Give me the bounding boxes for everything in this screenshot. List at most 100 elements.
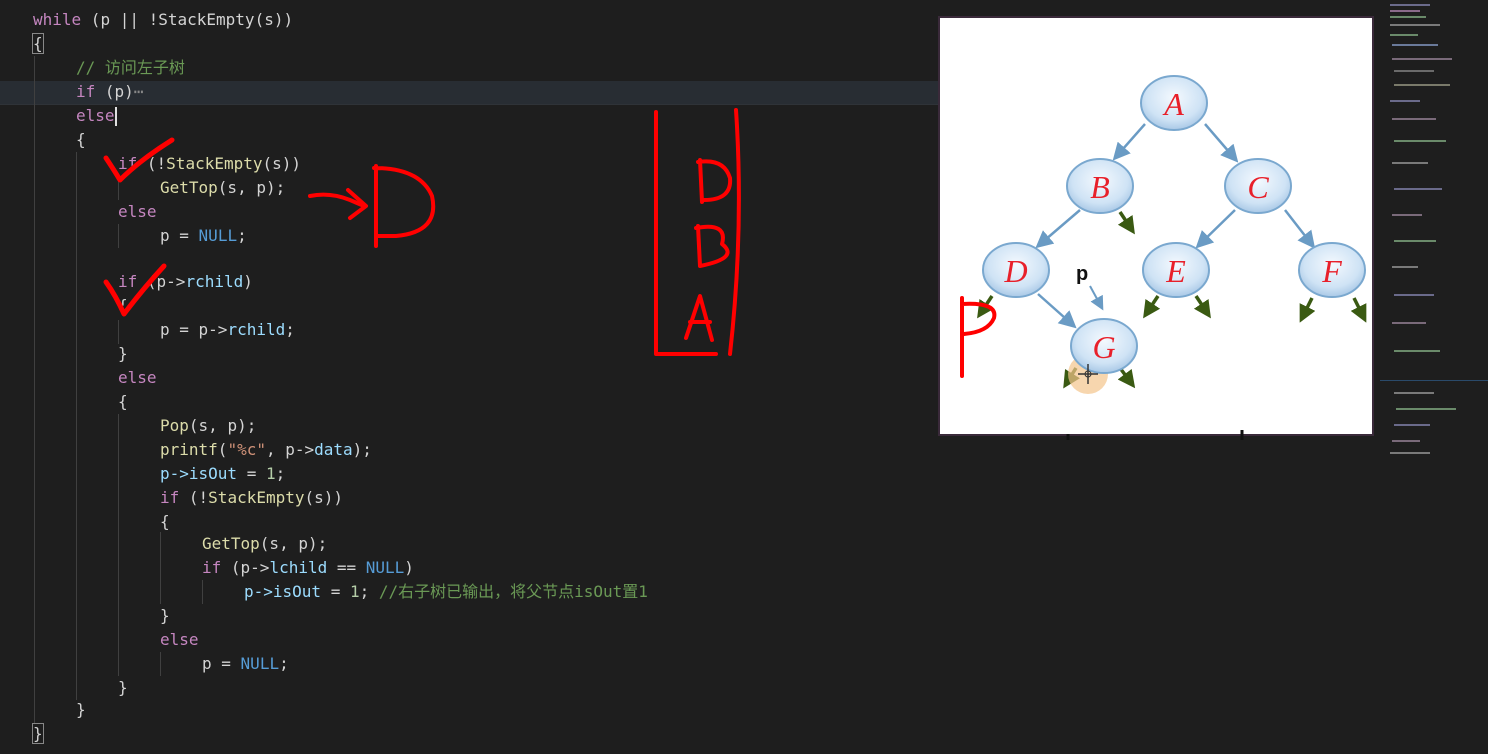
number-literal: 1 [265,464,276,483]
member: p->isOut [160,464,238,483]
minimap-line [1394,392,1434,394]
keyword: if [160,488,180,507]
code-line-29[interactable]: } [76,698,86,722]
code-line-4[interactable]: if (p)⋯ [76,80,143,104]
code-text: { [160,512,170,531]
keyword: while [33,10,82,29]
keyword: if [76,82,96,101]
code-line-28[interactable]: } [118,676,128,700]
code-text: = [211,654,241,673]
number-literal: 1 [349,582,360,601]
code-text: ) [243,272,253,291]
pointer-label: p [1076,263,1088,285]
code-text: = [321,582,350,601]
code-text: ; [285,320,295,339]
function-name: StackEmpty [166,154,263,173]
code-line-18[interactable]: printf("%c", p->data); [160,438,372,462]
null-child-arrow [1117,366,1136,389]
code-line-30[interactable]: } [32,722,44,746]
minimap-line [1392,266,1418,268]
code-line-16[interactable]: { [118,390,128,414]
code-text: (! [137,154,167,173]
minimap-line [1392,44,1438,46]
tree-node-f: F [1298,242,1366,298]
code-text: } [118,678,128,697]
constant: NULL [240,654,280,673]
minimap-viewport-marker [1380,380,1488,381]
code-line-15[interactable]: else [118,366,157,390]
code-text: { [118,392,128,411]
string-literal: "%c" [227,440,266,459]
code-line-20[interactable]: if (!StackEmpty(s)) [160,486,343,510]
code-line-10[interactable]: p = NULL; [160,224,247,248]
keyword: if [118,154,138,173]
code-line-26[interactable]: else [160,628,199,652]
code-line-27[interactable]: p = NULL; [202,652,289,676]
binary-tree-diagram: A B C D E F G p [977,75,1367,394]
keyword: else [118,368,157,387]
function-name: GetTop [160,178,218,197]
code-line-7[interactable]: if (!StackEmpty(s)) [118,152,301,176]
code-text: { [118,296,128,315]
code-line-6[interactable]: { [76,128,86,152]
tree-node-label: F [1321,253,1342,289]
matched-brace: } [32,723,44,744]
code-text: p [160,226,170,245]
member: rchild [227,320,286,339]
code-line-19[interactable]: p->isOut = 1; [160,462,285,486]
code-line-9[interactable]: else [118,200,157,224]
minimap-line [1392,214,1422,216]
code-line-1[interactable]: while (p || !StackEmpty(s)) [33,8,293,32]
code-line-25[interactable]: } [160,604,170,628]
minimap-line [1392,162,1428,164]
minimap-line [1394,70,1434,72]
indent-guide [118,320,119,344]
tree-node-label: D [1003,253,1027,289]
code-text: = [169,226,199,245]
code-line-14[interactable]: } [118,342,128,366]
code-line-22[interactable]: GetTop(s, p); [202,532,327,556]
indent-guide [160,652,161,676]
minimap[interactable] [1380,0,1488,754]
code-line-23[interactable]: if (p->lchild == NULL) [202,556,414,580]
matched-brace: { [32,33,44,54]
current-line-border [0,104,940,105]
minimap-line [1392,322,1426,324]
code-text: , p-> [265,440,315,459]
member: data [314,440,353,459]
code-text: (s, p); [259,534,328,553]
tree-edge [1284,209,1316,249]
code-line-21[interactable]: { [160,510,170,534]
minimap-line [1390,4,1430,6]
code-text: = [237,464,266,483]
binary-tree-image: A B C D E F G p [938,16,1374,436]
null-child-arrow [1117,211,1135,235]
code-line-17[interactable]: Pop(s, p); [160,414,256,438]
tree-node-label: G [1092,329,1115,365]
minimap-line [1396,408,1456,410]
minimap-line [1390,452,1430,454]
indent-guide [118,176,119,200]
code-text: = p-> [169,320,228,339]
code-line-5[interactable]: else [76,104,117,128]
comment: // 访问左子树 [76,58,185,77]
code-text: (p) [95,82,134,101]
code-text: == [327,558,366,577]
code-text: (s)) [262,154,302,173]
minimap-line [1394,188,1442,190]
member: rchild [185,272,244,291]
minimap-line [1394,84,1450,86]
code-line-8[interactable]: GetTop(s, p); [160,176,285,200]
function-name: StackEmpty [208,488,305,507]
code-line-24[interactable]: p->isOut = 1; //右子树已输出，将父节点isOut置1 [244,580,648,604]
code-line-12[interactable]: { [118,294,128,318]
code-line-2[interactable]: { [32,32,44,56]
code-line-11[interactable]: if (p->rchild) [118,270,253,294]
tree-node-label: B [1090,169,1110,205]
minimap-line [1390,16,1426,18]
code-text: (s)) [304,488,344,507]
folded-region-icon[interactable]: ⋯ [134,82,144,101]
code-text: } [118,344,128,363]
code-line-13[interactable]: p = p->rchild; [160,318,295,342]
code-line-3[interactable]: // 访问左子树 [76,56,185,80]
